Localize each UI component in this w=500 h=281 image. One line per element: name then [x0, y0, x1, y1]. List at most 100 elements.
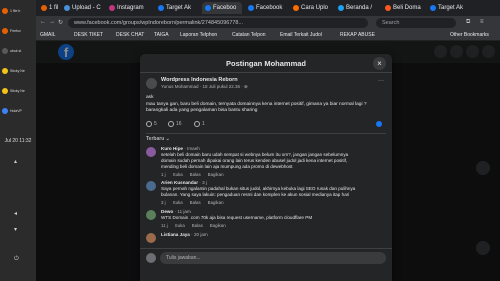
comment-author[interactable]: Arien Kusnandar · 3 j: [161, 180, 207, 185]
os-volume-icon[interactable]: ◂: [14, 210, 17, 217]
tab-label: Instagram: [117, 5, 144, 11]
bookmark-item[interactable]: Laporan Telphon: [180, 32, 217, 38]
tab-label: Target Ak: [438, 5, 464, 11]
reactions-bar: 5 16 1: [146, 121, 386, 131]
os-clock: Jul 20 11:32: [4, 138, 32, 144]
group-avatar[interactable]: [146, 78, 157, 89]
like-icon: [146, 121, 152, 127]
divider: [146, 133, 386, 134]
close-icon[interactable]: ×: [373, 57, 386, 70]
browser-tab[interactable]: Target Ak: [155, 2, 199, 14]
os-tray-icon[interactable]: ▴: [14, 158, 17, 165]
comment-author[interactable]: Kuro Hipe · Imaeh: [161, 146, 200, 151]
bookmark-item[interactable]: Email Terkait Judol: [280, 32, 322, 38]
post-meta: Yunus Mohammad · 18 Juli pukul 22.36 · ⊕: [161, 84, 248, 89]
comment-actions: 1 j Suka Balas Bagikan: [161, 172, 231, 177]
comment-author-name: Listiana Jaya: [161, 232, 190, 237]
comment-action-3[interactable]: Bagikan: [210, 223, 226, 228]
browser-tab[interactable]: Instagram: [106, 2, 152, 14]
tab-label: Beli Doma: [393, 5, 421, 11]
tab-favicon-icon: [430, 5, 436, 11]
tab-favicon-icon: [248, 5, 254, 11]
comment-action-2[interactable]: Balas: [190, 172, 201, 177]
os-window-item[interactable]: HolaVP: [2, 104, 34, 118]
avatar[interactable]: [146, 210, 156, 220]
comment-line: WTS Domain .com 70k aja bisa request use…: [161, 215, 313, 220]
tab-favicon-icon: [158, 5, 164, 11]
share-count[interactable]: 1: [194, 121, 205, 127]
comment-action-1[interactable]: Suka: [175, 223, 185, 228]
comment-author[interactable]: Listiana Jaya · 20 jam: [161, 232, 208, 237]
comment-timestamp: 11 j: [161, 223, 168, 228]
browser-tab[interactable]: Beli Doma: [382, 2, 424, 14]
reply-input[interactable]: [160, 252, 386, 264]
os-task-panel: 1 file b Firefox ubuk st Sticky Ne Sticky Ne…: [0, 0, 36, 281]
browser-tab[interactable]: Facebook: [245, 2, 287, 14]
app-icon: [2, 88, 8, 94]
comment-action-3[interactable]: Bagikan: [208, 200, 224, 205]
comment-action-2[interactable]: Balas: [190, 200, 201, 205]
tab-favicon-icon: [338, 5, 344, 11]
extensions-icon[interactable]: ⧉: [466, 19, 470, 26]
browser-tab[interactable]: Target Ak: [427, 2, 467, 14]
os-window-item[interactable]: ubuk st: [2, 44, 34, 58]
os-window-item[interactable]: Sticky Ne: [2, 64, 34, 78]
browser-tab[interactable]: 1 file: [38, 2, 58, 14]
app-icon: [2, 28, 8, 34]
comment-action-1[interactable]: Suka: [173, 172, 183, 177]
comment-icon: [168, 121, 174, 127]
tab-label: Beranda /: [346, 5, 373, 11]
comment-line: mending beli domain lain aja mumpung ada…: [161, 164, 293, 169]
bookmark-item[interactable]: DESK CHAT: [116, 32, 144, 38]
comment-action-2[interactable]: Balas: [192, 223, 203, 228]
os-network-icon[interactable]: ▾: [14, 226, 17, 233]
os-window-item[interactable]: 1 file b: [2, 4, 34, 18]
app-icon: [2, 8, 8, 14]
os-window-item[interactable]: Firefox: [2, 24, 34, 38]
os-window-label: ubuk st: [10, 49, 22, 53]
browser-tab[interactable]: Upload - C: [61, 2, 103, 14]
bookmark-item[interactable]: Other Bookmarks: [450, 32, 489, 38]
bookmark-item[interactable]: REKAP ABUSE: [340, 32, 375, 38]
back-icon[interactable]: ←: [40, 19, 46, 25]
comment-author[interactable]: Dewo · 11 jam: [161, 209, 191, 214]
comment-actions: 11 j Suka Balas Bagikan: [161, 223, 233, 228]
browser-tab[interactable]: Faceboo: [202, 2, 242, 14]
comment-time-badge: · Imaeh: [184, 146, 200, 151]
bookmark-item[interactable]: DESK TIKET: [74, 32, 103, 38]
comment-action-1[interactable]: Suka: [173, 200, 183, 205]
comment-actions: 3 j Suka Balas Bagikan: [161, 200, 231, 205]
os-window-item[interactable]: Sticky Ne: [2, 84, 34, 98]
bookmark-item[interactable]: TAIGA: [154, 32, 169, 38]
browser-tab[interactable]: Beranda /: [335, 2, 379, 14]
comment-time-badge: · 3 j: [199, 180, 207, 185]
avatar[interactable]: [146, 147, 156, 157]
comment-author-name: Kuro Hipe: [161, 146, 183, 151]
tab-favicon-icon: [64, 5, 70, 11]
avatar[interactable]: [146, 233, 156, 243]
comment-line: bulanan. Yang saya lakuin: pengaduan res…: [161, 192, 350, 197]
comment-time-badge: · 20 jam: [191, 232, 208, 237]
reload-icon[interactable]: ↻: [58, 19, 63, 26]
avatar[interactable]: [146, 181, 156, 191]
os-power-icon[interactable]: ⏻: [14, 256, 19, 263]
forward-icon[interactable]: →: [49, 19, 55, 25]
comment-count[interactable]: 16: [168, 121, 182, 127]
bookmark-item[interactable]: GMAIL: [40, 32, 56, 38]
comment-sort-dropdown[interactable]: Terbaru ⌄: [146, 136, 170, 142]
menu-icon[interactable]: ≡: [480, 19, 484, 25]
bookmark-item[interactable]: Catatan Telpon: [232, 32, 266, 38]
like-count[interactable]: 5: [146, 121, 157, 127]
comment-action-3[interactable]: Bagikan: [208, 172, 224, 177]
app-icon: [2, 68, 8, 74]
tab-favicon-icon: [293, 5, 299, 11]
share-icon: [194, 121, 200, 127]
address-bar[interactable]: www.facebook.com/groups/wpIndoreborn/per…: [68, 18, 368, 28]
more-options-icon[interactable]: ···: [378, 78, 384, 84]
dialog-header: Postingan Mohammad ×: [140, 54, 392, 73]
group-name[interactable]: Wordpress Indonesia Reborn: [161, 77, 238, 83]
comment-text: Saya pernah ngalamin padahal bukan situs…: [161, 186, 383, 198]
search-input[interactable]: Search: [376, 18, 456, 28]
bookmarks-bar: GMAIL DESK TIKET DESK CHAT TAIGA Laporan Tel…: [36, 30, 500, 41]
browser-tab[interactable]: Cara Uplo: [290, 2, 332, 14]
